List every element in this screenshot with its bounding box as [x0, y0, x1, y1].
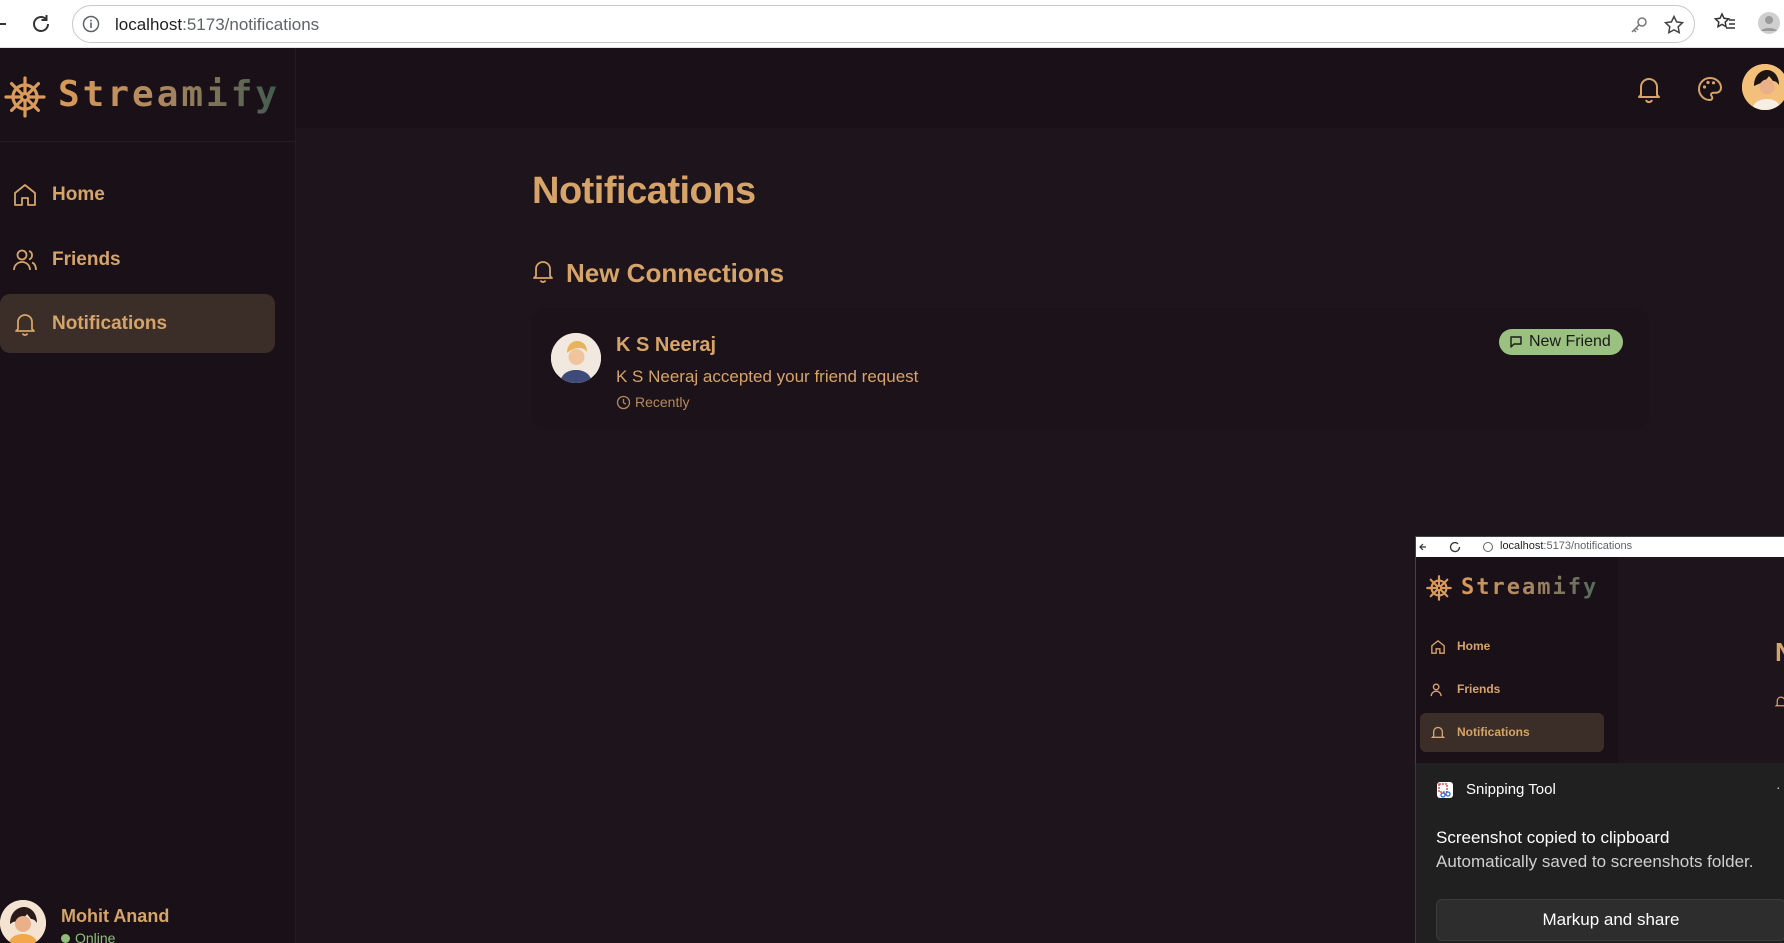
snip-preview-urlbar: localhost:5173/notifications	[1416, 537, 1784, 557]
ship-wheel-icon	[1426, 575, 1452, 601]
toast-menu-icon[interactable]: ·	[1776, 779, 1781, 795]
bell-icon	[1430, 726, 1446, 738]
app-logo[interactable]: Streamify	[0, 48, 296, 142]
section-title: New Connections	[566, 258, 785, 288]
bell-icon[interactable]	[1634, 74, 1664, 104]
site-info-icon	[1483, 542, 1493, 552]
snip-nav-label: Notifications	[1457, 725, 1530, 739]
snip-nav-label: Friends	[1457, 682, 1501, 696]
profile-icon[interactable]	[1757, 11, 1781, 35]
toast-app-name: Snipping Tool	[1466, 781, 1556, 798]
bookmark-star-icon[interactable]	[1663, 14, 1685, 36]
page-title: Notifications	[532, 170, 756, 212]
favorites-icon[interactable]	[1713, 11, 1737, 35]
snip-nav-notifications: Notifications	[1420, 713, 1604, 752]
notification-name: K S Neeraj	[616, 334, 717, 356]
status-text: Online	[75, 930, 116, 943]
snip-nav-label: Home	[1457, 639, 1491, 653]
snip-url-text: localhost:5173/notifications	[1500, 540, 1633, 552]
avatar[interactable]	[0, 900, 46, 943]
snipping-tool-icon	[1437, 782, 1453, 798]
snip-partial-title: N	[1775, 637, 1784, 668]
home-icon	[1431, 639, 1445, 654]
sidebar-item-label: Notifications	[52, 312, 168, 334]
snip-logo-text: Streamify	[1461, 575, 1599, 600]
key-icon[interactable]	[1628, 14, 1650, 36]
notification-message: K S Neeraj accepted your friend request	[616, 367, 919, 386]
address-bar[interactable]: localhost:5173/notifications	[72, 5, 1695, 43]
status-badge: New Friend	[1499, 329, 1623, 355]
top-navbar	[296, 48, 1784, 128]
message-square-icon	[1510, 336, 1522, 348]
online-dot	[61, 933, 70, 943]
sidebar-item-label: Friends	[52, 248, 121, 270]
back-button[interactable]	[0, 10, 14, 38]
sidebar-item-friends[interactable]: Friends	[0, 230, 275, 289]
avatar[interactable]	[551, 333, 601, 383]
markup-and-share-button[interactable]: Markup and share	[1436, 899, 1784, 941]
snip-preview-thumbnail[interactable]: localhost:5173/notifications Streamify H…	[1415, 536, 1784, 766]
sidebar-item-home[interactable]: Home	[0, 165, 275, 224]
clock-icon	[616, 395, 631, 410]
users-icon	[13, 249, 37, 270]
palette-icon[interactable]	[1695, 74, 1725, 104]
avatar[interactable]	[1742, 64, 1784, 110]
url-text[interactable]: localhost:5173/notifications	[115, 15, 319, 35]
notification-time: Recently	[635, 394, 690, 410]
bell-icon	[15, 313, 35, 336]
badge-label: New Friend	[1529, 333, 1611, 350]
browser-toolbar: localhost:5173/notifications	[0, 0, 1784, 48]
back-icon	[1419, 543, 1426, 551]
toast-body: Automatically saved to screenshots folde…	[1436, 852, 1754, 871]
snip-nav-home: Home	[1420, 627, 1604, 666]
snipping-tool-toast[interactable]: Snipping Tool · Screenshot copied to cli…	[1415, 763, 1784, 943]
snip-nav-friends: Friends	[1420, 670, 1604, 709]
logo-text: Streamify	[58, 74, 281, 115]
sidebar-item-notifications[interactable]: Notifications	[0, 294, 275, 353]
toast-title: Screenshot copied to clipboard	[1436, 828, 1670, 847]
user-status: Online	[61, 930, 115, 943]
reload-icon	[1449, 541, 1461, 553]
user-name: Mohit Anand	[61, 906, 170, 926]
users-icon	[1430, 683, 1442, 697]
sidebar-item-label: Home	[52, 183, 105, 205]
site-info-icon[interactable]	[81, 14, 101, 34]
home-icon	[14, 183, 36, 206]
ship-wheel-icon	[4, 76, 46, 118]
bell-icon	[533, 261, 553, 283]
reload-button[interactable]	[27, 10, 55, 38]
bell-icon	[1774, 696, 1784, 707]
notification-card: K S Neeraj K S Neeraj accepted your frie…	[531, 308, 1650, 430]
